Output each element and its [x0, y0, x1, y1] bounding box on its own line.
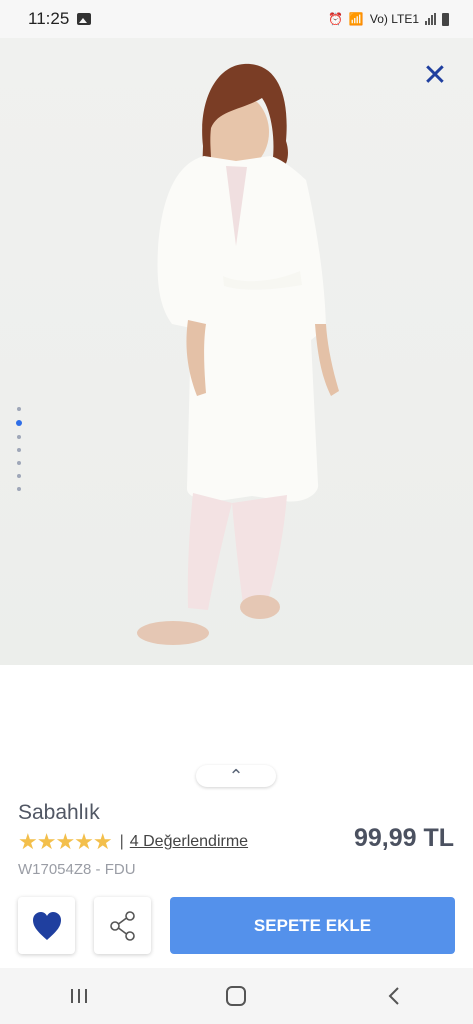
rating-row: ★★★★★ | 4 Değerlendirme [18, 829, 248, 855]
gallery-dot[interactable] [17, 407, 21, 411]
gallery-icon [77, 13, 92, 25]
favorite-button[interactable] [18, 897, 75, 954]
gallery-dot[interactable] [17, 461, 21, 465]
chevron-up-icon: ⌃ [228, 765, 244, 786]
back-icon[interactable] [374, 976, 414, 1016]
reviews-link[interactable]: 4 Değerlendirme [130, 833, 248, 851]
battery-icon [442, 12, 449, 26]
rating-separator: | [119, 833, 124, 850]
wifi-icon: 📶 [348, 12, 364, 26]
gallery-dot[interactable] [17, 487, 21, 491]
product-price: 99,99 TL [353, 824, 454, 852]
star-rating: ★★★★★ [18, 829, 113, 854]
alarm-icon: ⏰ [327, 12, 343, 26]
status-time: 11:25 [28, 9, 70, 28]
gallery-dot[interactable] [17, 474, 21, 478]
recent-apps-icon[interactable] [59, 976, 99, 1016]
home-icon[interactable] [216, 976, 256, 1016]
network-label: Vo) LTE1 [369, 12, 419, 26]
close-icon[interactable]: ✕ [421, 61, 449, 91]
signal-icon [425, 13, 436, 25]
product-sku: W17054Z8 - FDU [18, 861, 136, 878]
product-image[interactable]: ✕ [0, 38, 473, 665]
share-icon [109, 910, 135, 941]
image-dots [16, 407, 22, 491]
heart-icon [32, 911, 61, 940]
gallery-dot[interactable] [17, 448, 21, 452]
product-title: Sabahlık [18, 801, 100, 824]
status-left: 11:25 [28, 9, 92, 29]
share-button[interactable] [94, 897, 151, 954]
android-nav-bar [0, 968, 473, 1024]
gallery-dot-active[interactable] [16, 420, 22, 426]
status-right: ⏰ 📶 Vo) LTE1 [328, 12, 449, 26]
expand-details-button[interactable]: ⌃ [196, 765, 276, 787]
status-bar: 11:25 ⏰ 📶 Vo) LTE1 [0, 0, 473, 38]
add-to-cart-button[interactable]: SEPETE EKLE [170, 897, 455, 954]
model-image [137, 63, 339, 645]
gallery-dot[interactable] [17, 435, 21, 439]
